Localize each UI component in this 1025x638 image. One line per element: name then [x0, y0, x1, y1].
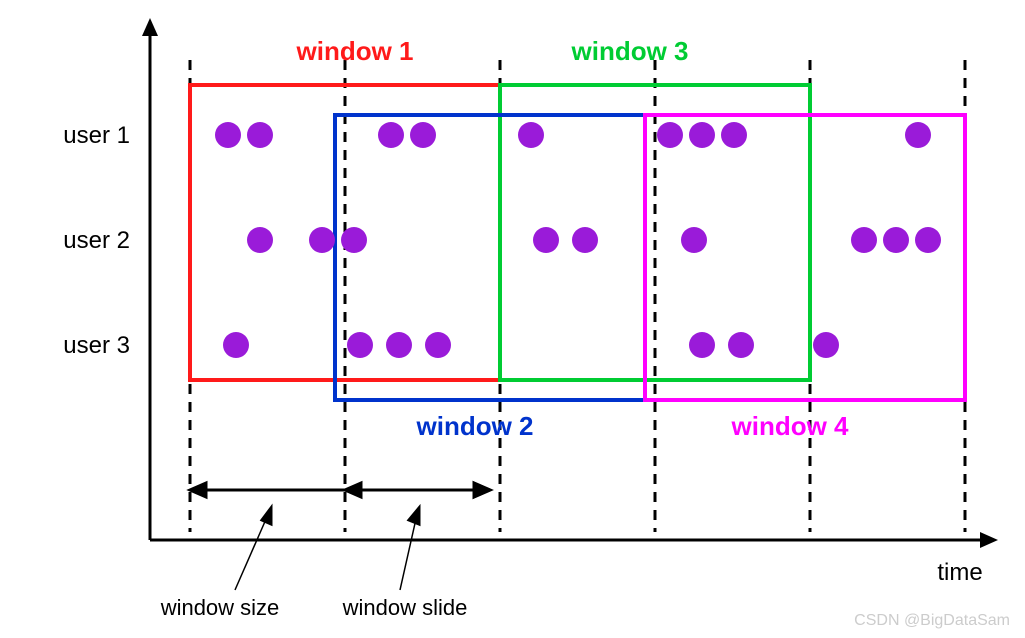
window-4-rect [645, 115, 965, 400]
size-slide-labels: window size window slide [160, 595, 468, 620]
tick-lines [190, 60, 965, 532]
window-2-label: window 2 [416, 411, 534, 441]
user-2-label: user 2 [63, 227, 130, 254]
window-slide-label: window slide [342, 595, 468, 620]
window-4-label: window 4 [731, 411, 850, 441]
window-size-label: window size [160, 595, 280, 620]
window-3-label: window 3 [571, 36, 689, 66]
event-dots [215, 122, 941, 358]
window-1-label: window 1 [296, 36, 414, 66]
window-2-rect [335, 115, 645, 400]
watermark: CSDN @BigDataSam [854, 612, 1010, 629]
user-1-label: user 1 [63, 122, 130, 149]
user-3-label: user 3 [63, 332, 130, 359]
axes: time [142, 18, 998, 586]
size-slide-arrows [190, 483, 490, 590]
x-axis-label: time [937, 559, 982, 586]
user-labels: user 1 user 2 user 3 [63, 122, 130, 359]
